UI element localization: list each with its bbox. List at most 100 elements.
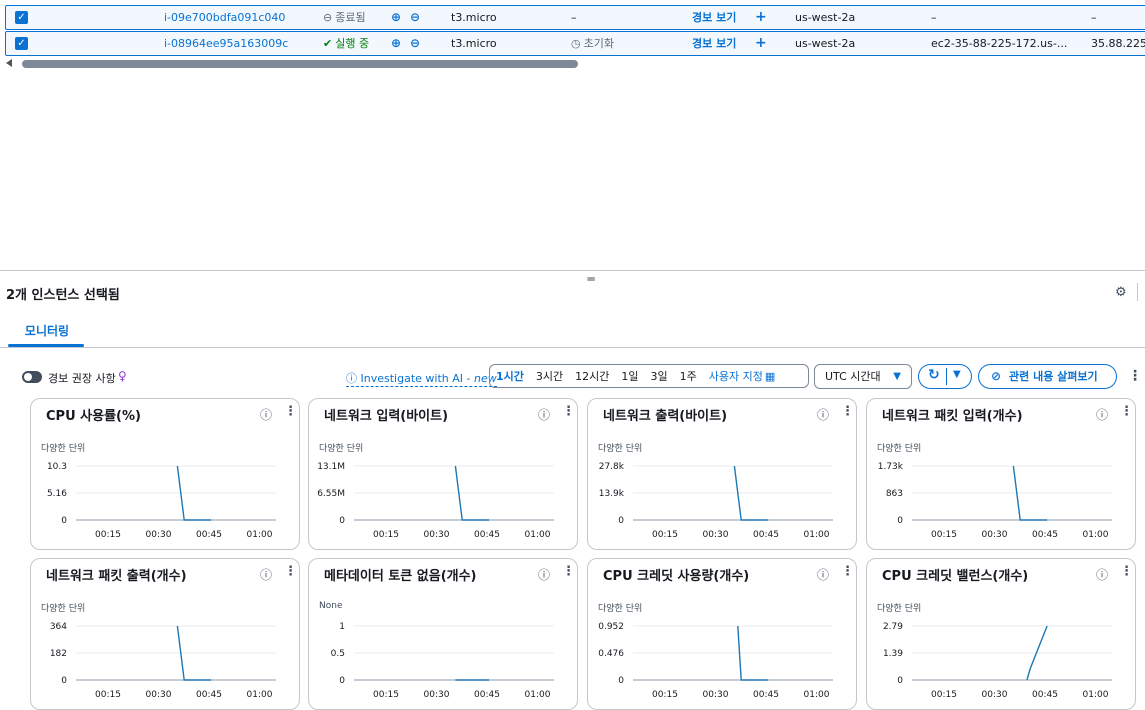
x-tick-label: 00:15 bbox=[373, 530, 399, 540]
caret-down-icon[interactable]: ▼ bbox=[953, 369, 961, 380]
status-check-text: 초기화 bbox=[583, 37, 614, 50]
y-tick-label: 0 bbox=[618, 516, 624, 526]
x-tick-label: 01:00 bbox=[247, 530, 273, 540]
divider bbox=[1137, 283, 1138, 301]
investigate-ai-link[interactable]: ⓘ Investigate with AI - new bbox=[346, 370, 497, 387]
x-tick-label: 00:45 bbox=[474, 530, 500, 540]
info-icon[interactable]: ⓘ bbox=[538, 566, 550, 583]
instance-state: ⊖ 종료됨 bbox=[323, 6, 366, 29]
chart-menu-icon[interactable]: ⋮ bbox=[562, 404, 575, 419]
metric-chart-card: 네트워크 패킷 입력(개수) ⓘ ⋮ 다양한 단위 1.73k 863 0 00:15 00:3… bbox=[866, 398, 1136, 550]
scroll-left-icon[interactable] bbox=[6, 59, 12, 67]
line-chart: 10.3 5.16 0 00:15 00:30 00:45 01:00 bbox=[47, 462, 276, 540]
x-tick-label: 00:15 bbox=[652, 530, 678, 540]
view-alarms-link[interactable]: 경보 보기 bbox=[692, 32, 736, 55]
line-chart: 1 0.5 0 00:15 00:30 00:45 01:00 bbox=[331, 622, 554, 700]
info-icon[interactable]: ⓘ bbox=[260, 566, 272, 583]
status-text: 종료됨 bbox=[335, 11, 366, 24]
zoom-in-icon[interactable]: ⊕ bbox=[391, 32, 401, 55]
y-tick-label: 1.73k bbox=[878, 462, 904, 472]
instance-state: ✔ 실행 중 bbox=[323, 32, 369, 55]
gear-icon[interactable]: ⚙ bbox=[1115, 285, 1127, 300]
range-1w[interactable]: 1주 bbox=[674, 368, 703, 384]
chart-title: CPU 크레딧 밸런스(개수) bbox=[882, 569, 1029, 584]
status-text: 실행 중 bbox=[335, 37, 370, 50]
add-alarm-icon[interactable]: + bbox=[755, 6, 767, 29]
row-checkbox[interactable]: ✓ bbox=[15, 11, 28, 24]
view-alarms-link[interactable]: 경보 보기 bbox=[692, 6, 736, 29]
chart-menu-icon[interactable]: ⋮ bbox=[284, 564, 297, 579]
chart-menu-icon[interactable]: ⋮ bbox=[1120, 404, 1133, 419]
table-row[interactable]: ✓ i-08964ee95a163009c ✔ 실행 중 ⊕ ⊖ t3.micr… bbox=[5, 31, 1145, 56]
line-chart: 2.79 1.39 0 00:15 00:30 00:45 01:00 bbox=[883, 622, 1112, 700]
table-row[interactable]: ✓ i-09e700bdfa091c040 ⊖ 종료됨 ⊕ ⊖ t3.micro… bbox=[5, 5, 1145, 30]
y-tick-label: 13.9k bbox=[599, 489, 625, 499]
resize-handle-icon[interactable]: ═ bbox=[585, 272, 597, 286]
x-tick-label: 00:45 bbox=[474, 690, 500, 700]
chart-title: 네트워크 출력(바이트) bbox=[603, 409, 728, 424]
y-tick-label: 0.476 bbox=[598, 649, 624, 659]
status-check: – bbox=[571, 11, 577, 24]
info-icon[interactable]: ⓘ bbox=[817, 566, 829, 583]
metric-chart-card: 네트워크 출력(바이트) ⓘ ⋮ 다양한 단위 27.8k 13.9k 0 00:15 00:3… bbox=[587, 398, 857, 550]
calendar-icon[interactable]: ▦ bbox=[765, 370, 775, 383]
zoom-in-icon[interactable]: ⊕ bbox=[391, 6, 401, 29]
instance-id-link[interactable]: i-09e700bdfa091c040 bbox=[164, 6, 285, 29]
range-custom[interactable]: 사용자 지정 bbox=[703, 368, 763, 384]
chart-title: 네트워크 입력(바이트) bbox=[324, 409, 449, 424]
info-icon[interactable]: ⓘ bbox=[1096, 566, 1108, 583]
y-tick-label: 863 bbox=[886, 489, 903, 499]
explore-related-button[interactable]: ⊘ 관련 내용 살펴보기 bbox=[978, 364, 1117, 389]
y-tick-label: 182 bbox=[50, 649, 67, 659]
more-options-icon[interactable]: ⋮ bbox=[1128, 368, 1142, 384]
range-1d[interactable]: 1일 bbox=[615, 368, 644, 384]
y-tick-label: 2.79 bbox=[883, 622, 903, 632]
chart-title: CPU 사용률(%) bbox=[46, 409, 141, 424]
line-chart: 1.73k 863 0 00:15 00:30 00:45 01:00 bbox=[878, 462, 1112, 540]
timezone-select[interactable]: UTC 시간대 ▼ bbox=[814, 364, 912, 389]
x-tick-label: 00:45 bbox=[196, 530, 222, 540]
info-icon[interactable]: ⓘ bbox=[817, 406, 829, 423]
range-1h[interactable]: 1시간 bbox=[490, 368, 530, 384]
x-tick-label: 00:15 bbox=[931, 530, 957, 540]
chart-menu-icon[interactable]: ⋮ bbox=[841, 564, 854, 579]
compass-icon: ⊘ bbox=[991, 369, 1002, 383]
status-check: ◷ 초기화 bbox=[571, 32, 614, 55]
y-tick-label: 0 bbox=[339, 516, 345, 526]
chart-menu-icon[interactable]: ⋮ bbox=[841, 404, 854, 419]
instance-id-link[interactable]: i-08964ee95a163009c bbox=[164, 32, 288, 55]
range-3h[interactable]: 3시간 bbox=[530, 368, 569, 384]
info-icon[interactable]: ⓘ bbox=[260, 406, 272, 423]
public-ip: – bbox=[1091, 11, 1097, 24]
x-tick-label: 01:00 bbox=[1083, 690, 1109, 700]
x-tick-label: 01:00 bbox=[804, 530, 830, 540]
range-3d[interactable]: 3일 bbox=[645, 368, 674, 384]
caret-down-icon: ▼ bbox=[893, 371, 901, 382]
info-icon[interactable]: ⓘ bbox=[1096, 406, 1108, 423]
range-12h[interactable]: 12시간 bbox=[569, 368, 615, 384]
refresh-button-group[interactable]: ↻ ▼ bbox=[918, 364, 972, 389]
info-icon[interactable]: ⓘ bbox=[538, 406, 550, 423]
add-alarm-icon[interactable]: + bbox=[755, 32, 767, 55]
info-icon: ⓘ bbox=[346, 372, 357, 385]
chart-title: 네트워크 패킷 출력(개수) bbox=[46, 569, 187, 584]
investigate-text: Investigate with AI bbox=[360, 372, 464, 385]
tabs-divider bbox=[0, 347, 1145, 348]
row-checkbox[interactable]: ✓ bbox=[15, 37, 28, 50]
line-chart: 0.952 0.476 0 00:15 00:30 00:45 01:00 bbox=[598, 622, 833, 700]
zoom-out-icon[interactable]: ⊖ bbox=[410, 6, 420, 29]
chart-menu-icon[interactable]: ⋮ bbox=[562, 564, 575, 579]
chart-menu-icon[interactable]: ⋮ bbox=[1120, 564, 1133, 579]
alarm-recommendations-toggle[interactable] bbox=[22, 371, 42, 383]
panel-title: 2개 인스턴스 선택됨 bbox=[6, 288, 120, 303]
x-tick-label: 01:00 bbox=[1083, 530, 1109, 540]
y-tick-label: 6.55M bbox=[317, 489, 345, 499]
y-tick-label: 0.5 bbox=[331, 649, 345, 659]
metric-chart-card: CPU 사용률(%) ⓘ ⋮ 다양한 단위 10.3 5.16 0 00:15 00:30 00:… bbox=[30, 398, 300, 550]
refresh-icon[interactable]: ↻ bbox=[928, 367, 940, 383]
check-circle-icon: ✔ bbox=[323, 37, 333, 50]
x-tick-label: 00:30 bbox=[146, 690, 172, 700]
chart-menu-icon[interactable]: ⋮ bbox=[284, 404, 297, 419]
horizontal-scrollbar[interactable] bbox=[22, 60, 578, 68]
zoom-out-icon[interactable]: ⊖ bbox=[410, 32, 420, 55]
